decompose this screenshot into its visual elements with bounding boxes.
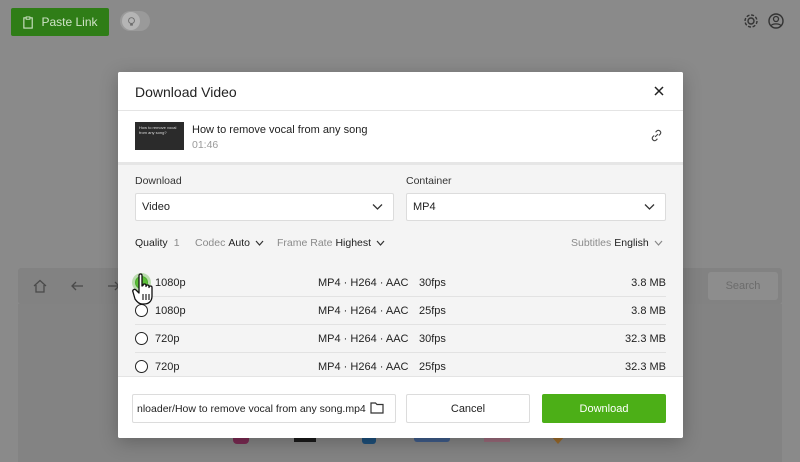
- top-bar: Paste Link: [0, 0, 800, 44]
- quality-label: Quality: [135, 237, 168, 249]
- quality-list: 1080p MP4 · H264 · AAC 30fps 3.8 MB 1080…: [118, 269, 683, 376]
- quality-filter: Quality 1: [135, 237, 180, 249]
- resolution: 720p: [155, 333, 180, 345]
- file-size: 32.3 MB: [625, 361, 666, 373]
- fps: 30fps: [419, 333, 446, 345]
- lightbulb-icon: [127, 16, 135, 26]
- home-icon[interactable]: [32, 278, 48, 294]
- fps: 25fps: [419, 305, 446, 317]
- quality-row[interactable]: 1080p MP4 · H264 · AAC 30fps 3.8 MB: [118, 269, 683, 297]
- codec-dropdown[interactable]: Codec Auto: [195, 237, 264, 249]
- format: MP4 · H264 · AAC: [318, 333, 409, 345]
- download-video-dialog: Download Video How to remove vocal from …: [118, 72, 683, 438]
- folder-icon[interactable]: [370, 401, 384, 414]
- paste-link-label: Paste Link: [41, 15, 98, 29]
- resolution: 720p: [155, 361, 180, 373]
- download-type-label: Download: [135, 175, 182, 187]
- dialog-footer: nloader/How to remove vocal from any son…: [118, 376, 683, 438]
- quality-row[interactable]: 720p MP4 · H264 · AAC 25fps 32.3 MB: [118, 353, 683, 376]
- smart-mode-toggle[interactable]: [120, 11, 150, 31]
- chevron-down-icon: [654, 240, 663, 246]
- quality-row[interactable]: 720p MP4 · H264 · AAC 30fps 32.3 MB: [118, 325, 683, 353]
- hand-cursor-icon: [132, 273, 153, 305]
- frame-rate-dropdown[interactable]: Frame Rate Highest: [277, 237, 385, 249]
- video-title: How to remove vocal from any song: [192, 124, 368, 136]
- dialog-title: Download Video: [135, 84, 237, 100]
- frame-rate-value: Highest: [335, 237, 372, 249]
- chevron-down-icon: [644, 204, 655, 210]
- file-size: 32.3 MB: [625, 333, 666, 345]
- cancel-button[interactable]: Cancel: [406, 394, 530, 423]
- format: MP4 · H264 · AAC: [318, 361, 409, 373]
- download-button[interactable]: Download: [542, 394, 666, 423]
- video-info: How to remove vocal from any song? How t…: [118, 111, 683, 165]
- gear-icon[interactable]: [742, 12, 760, 30]
- chevron-down-icon: [255, 240, 264, 246]
- radio-button[interactable]: [135, 360, 148, 373]
- format: MP4 · H264 · AAC: [318, 305, 409, 317]
- resolution: 1080p: [155, 305, 186, 317]
- file-size: 3.8 MB: [631, 277, 666, 289]
- file-size: 3.8 MB: [631, 305, 666, 317]
- fps: 25fps: [419, 361, 446, 373]
- quality-count: 1: [173, 237, 180, 249]
- subtitles-label: Subtitles: [571, 237, 612, 249]
- search-button[interactable]: Search: [708, 272, 778, 300]
- back-arrow-icon[interactable]: [69, 278, 85, 294]
- fps: 30fps: [419, 277, 446, 289]
- frame-rate-label: Frame Rate: [277, 237, 333, 249]
- account-icon[interactable]: [767, 12, 785, 30]
- dialog-header: Download Video: [118, 72, 683, 111]
- video-thumbnail: How to remove vocal from any song?: [135, 122, 184, 150]
- quality-options-bar: Quality 1 Codec Auto Frame Rate Highest …: [118, 237, 683, 253]
- container-select[interactable]: MP4: [406, 193, 666, 221]
- close-icon[interactable]: [653, 85, 665, 97]
- download-type-select[interactable]: Video: [135, 193, 394, 221]
- paste-link-button[interactable]: Paste Link: [11, 8, 109, 36]
- radio-button[interactable]: [135, 332, 148, 345]
- container-value: MP4: [413, 201, 436, 213]
- chevron-down-icon: [372, 204, 383, 210]
- paste-link-icon: [23, 15, 34, 29]
- quality-row[interactable]: 1080p MP4 · H264 · AAC 25fps 3.8 MB: [118, 297, 683, 325]
- save-path-field[interactable]: nloader/How to remove vocal from any son…: [132, 394, 396, 423]
- codec-label: Codec: [195, 237, 226, 249]
- chevron-down-icon: [376, 240, 385, 246]
- container-label: Container: [406, 175, 452, 187]
- format: MP4 · H264 · AAC: [318, 277, 409, 289]
- codec-value: Auto: [228, 237, 250, 249]
- download-type-value: Video: [142, 201, 170, 213]
- subtitles-value: English: [614, 237, 649, 249]
- resolution: 1080p: [155, 277, 186, 289]
- thumbnail-text: How to remove vocal from any song?: [139, 125, 177, 135]
- video-duration: 01:46: [192, 139, 219, 151]
- subtitles-dropdown[interactable]: Subtitles English: [571, 237, 663, 249]
- link-icon[interactable]: [650, 129, 663, 142]
